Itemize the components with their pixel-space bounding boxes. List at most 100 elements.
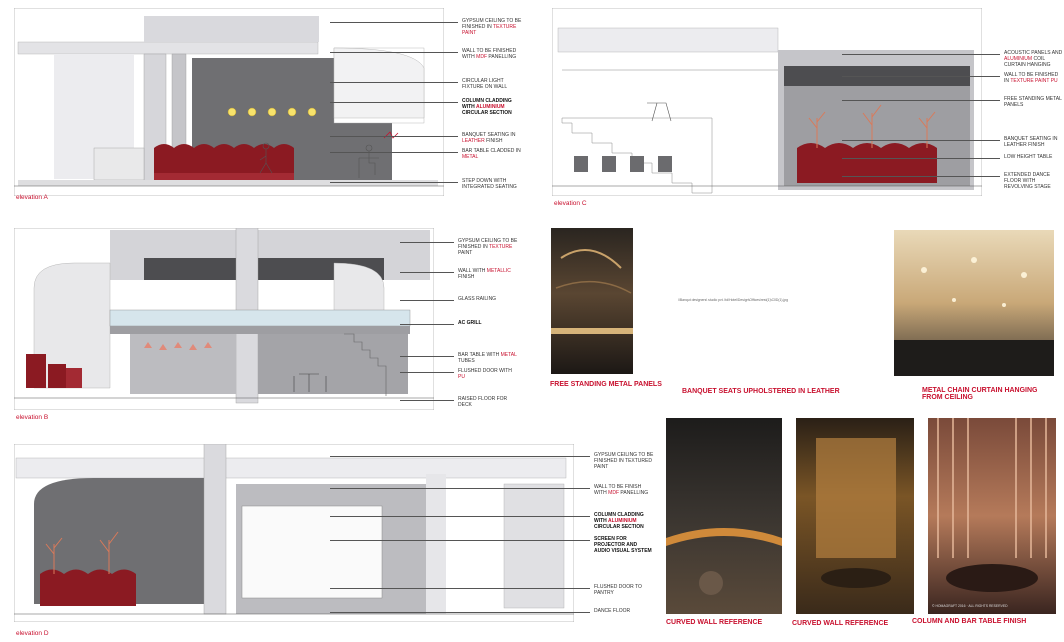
banquet-image-url: \\Banqut designers\ studio pvt. ltd\Hote…	[678, 298, 788, 302]
watermark: © HOMAGRAFT 2016 · ALL RIGHTS RESERVED	[932, 604, 1008, 608]
elevation-b-note: FLUSHED DOOR WITH PU	[458, 368, 518, 380]
elevation-d-note: COLUMN CLADDING WITH ALUMINIUM CIRCULAR …	[594, 512, 654, 530]
leader-line	[400, 400, 454, 401]
leader-line	[842, 176, 1000, 177]
note-text: SCREEN FOR PROJECTOR AND AUDIO VISUAL SY…	[594, 536, 652, 554]
leader-line	[330, 456, 590, 457]
elevation-b-note: RAISED FLOOR FOR DECK	[458, 396, 518, 408]
note-highlight: MDF	[476, 54, 488, 60]
elevation-a-note: COLUMN CLADDING WITH ALUMINIUM CIRCULAR …	[462, 98, 522, 116]
note-highlight: TEXTURE PAINT PU	[1010, 78, 1058, 84]
note-text: LOW HEIGHT TABLE	[1004, 154, 1053, 160]
elevation-c-panel: elevation C	[552, 8, 982, 207]
note-text: PANELLING	[619, 490, 649, 496]
leader-line	[400, 242, 454, 243]
note-text: DANCE FLOOR	[594, 608, 631, 614]
leader-line	[330, 136, 458, 137]
elevation-c-note: BANQUET SEATING IN LEATHER FINISH	[1004, 136, 1064, 148]
elevation-d-note: WALL TO BE FINISH WITH MDF PANELLING	[594, 484, 654, 496]
elevation-d-note: FLUSHED DOOR TO PANTRY	[594, 584, 654, 596]
elevation-c-note: ACOUSTIC PANELS AND ALUMINIUM COIL CURTA…	[1004, 50, 1064, 68]
leader-line	[330, 52, 458, 53]
caption-column-bar: COLUMN AND BAR TABLE FINISH	[912, 618, 1027, 625]
leader-line	[330, 540, 590, 541]
note-text: FLUSHED DOOR TO PANTRY	[594, 584, 642, 596]
leader-line	[842, 140, 1000, 141]
note-text: RAISED FLOOR FOR DECK	[458, 396, 508, 408]
elevation-a-label: elevation A	[16, 194, 48, 201]
note-text: GYPSUM CEILING TO BE FINISHED IN TEXTURE…	[594, 452, 654, 470]
elevation-c-label: elevation C	[554, 200, 587, 207]
leader-line	[330, 182, 458, 183]
elevation-d-drawing	[14, 444, 574, 622]
note-text: TUBES	[458, 358, 475, 364]
leader-line	[400, 372, 454, 373]
note-text: CIRCULAR SECTION	[462, 110, 512, 116]
elevation-c-note: FREE STANDING METAL PANELS	[1004, 96, 1064, 108]
elevation-b-drawing	[14, 228, 434, 410]
leader-line	[400, 356, 454, 357]
caption-free-standing: FREE STANDING METAL PANELS	[550, 381, 662, 388]
elevation-b-label: elevation B	[16, 414, 49, 421]
leader-line	[842, 158, 1000, 159]
leader-line	[400, 324, 454, 325]
caption-banquet: BANQUET SEATS UPHOLSTERED IN LEATHER	[682, 388, 840, 395]
leader-line	[330, 102, 458, 103]
note-text: AC GRILL	[458, 320, 482, 326]
leader-line	[330, 516, 590, 517]
elevation-a-note: CIRCULAR LIGHT FIXTURE ON WALL	[462, 78, 522, 90]
leader-line	[330, 152, 458, 153]
leader-line	[842, 76, 1000, 77]
note-text: GLASS RAILING	[458, 296, 497, 302]
note-text: CIRCULAR LIGHT FIXTURE ON WALL	[462, 78, 508, 90]
elevation-d-note: SCREEN FOR PROJECTOR AND AUDIO VISUAL SY…	[594, 536, 654, 554]
elevation-a-note: GYPSUM CEILING TO BE FINISHED IN TEXTURE…	[462, 18, 522, 36]
note-text: FINISH	[458, 274, 475, 280]
elevation-b-note: BAR TABLE WITH METAL TUBES	[458, 352, 518, 364]
note-text: BANQUET SEATING IN LEATHER FINISH	[1004, 136, 1058, 148]
photo-curved-wall-2	[796, 418, 914, 614]
elevation-a-note: BAR TABLE CLADDED IN METAL	[462, 148, 522, 160]
elevation-c-note: EXTENDED DANCE FLOOR WITH REVOLVING STAG…	[1004, 172, 1064, 190]
photo-chain-curtain	[894, 230, 1054, 376]
leader-line	[330, 612, 590, 613]
elevation-a-note: BANQUET SEATING IN LEATHER FINISH	[462, 132, 522, 144]
elevation-d-note: GYPSUM CEILING TO BE FINISHED IN TEXTURE…	[594, 452, 654, 470]
note-text: FREE STANDING METAL PANELS	[1004, 96, 1062, 108]
leader-line	[400, 272, 454, 273]
elevation-b-note: GYPSUM CEILING TO BE FINISHED IN TEXTURE…	[458, 238, 518, 256]
elevation-c-drawing	[552, 8, 982, 196]
leader-line	[330, 22, 458, 23]
elevation-d-panel: elevation D	[14, 444, 574, 637]
note-text: CIRCULAR SECTION	[594, 524, 644, 530]
elevation-a-note: STEP DOWN WITH INTEGRATED SEATING	[462, 178, 522, 190]
elevation-c-note: WALL TO BE FINISHED IN TEXTURE PAINT PU	[1004, 72, 1064, 84]
leader-line	[400, 300, 454, 301]
note-highlight: METALLIC	[486, 268, 511, 274]
caption-chain-curtain: METAL CHAIN CURTAIN HANGING FROM CEILING	[922, 387, 1038, 401]
note-text: PANELLING	[487, 54, 517, 60]
photo-column-bar: © HOMAGRAFT 2016 · ALL RIGHTS RESERVED	[928, 418, 1056, 614]
photo-curved-wall-1	[666, 418, 782, 614]
elevation-b-note: GLASS RAILING	[458, 296, 518, 302]
caption-curved-wall-1: CURVED WALL REFERENCE	[666, 619, 763, 626]
caption-curved-wall-2: CURVED WALL REFERENCE	[792, 620, 889, 627]
note-text: FLUSHED DOOR WITH	[458, 368, 512, 374]
elevation-b-panel: elevation B	[14, 228, 434, 421]
elevation-b-note: WALL WITH METALLIC FINISH	[458, 268, 518, 280]
elevation-b-note: AC GRILL	[458, 320, 518, 326]
note-highlight: TEXTURE	[489, 244, 513, 250]
leader-line	[330, 488, 590, 489]
elevation-c-note: LOW HEIGHT TABLE	[1004, 154, 1064, 160]
note-text: STEP DOWN WITH INTEGRATED SEATING	[462, 178, 517, 190]
leader-line	[842, 54, 1000, 55]
note-highlight: METAL	[462, 154, 479, 160]
leader-line	[330, 82, 458, 83]
elevation-a-note: WALL TO BE FINISHED WITH MDF PANELLING	[462, 48, 522, 60]
note-text: PAINT	[458, 250, 473, 256]
elevation-d-note: DANCE FLOOR	[594, 608, 654, 614]
photo-free-standing-panels	[551, 228, 633, 374]
note-highlight: MDF	[608, 490, 620, 496]
elevation-d-label: elevation D	[16, 630, 49, 637]
note-text: FINISH	[484, 138, 503, 144]
